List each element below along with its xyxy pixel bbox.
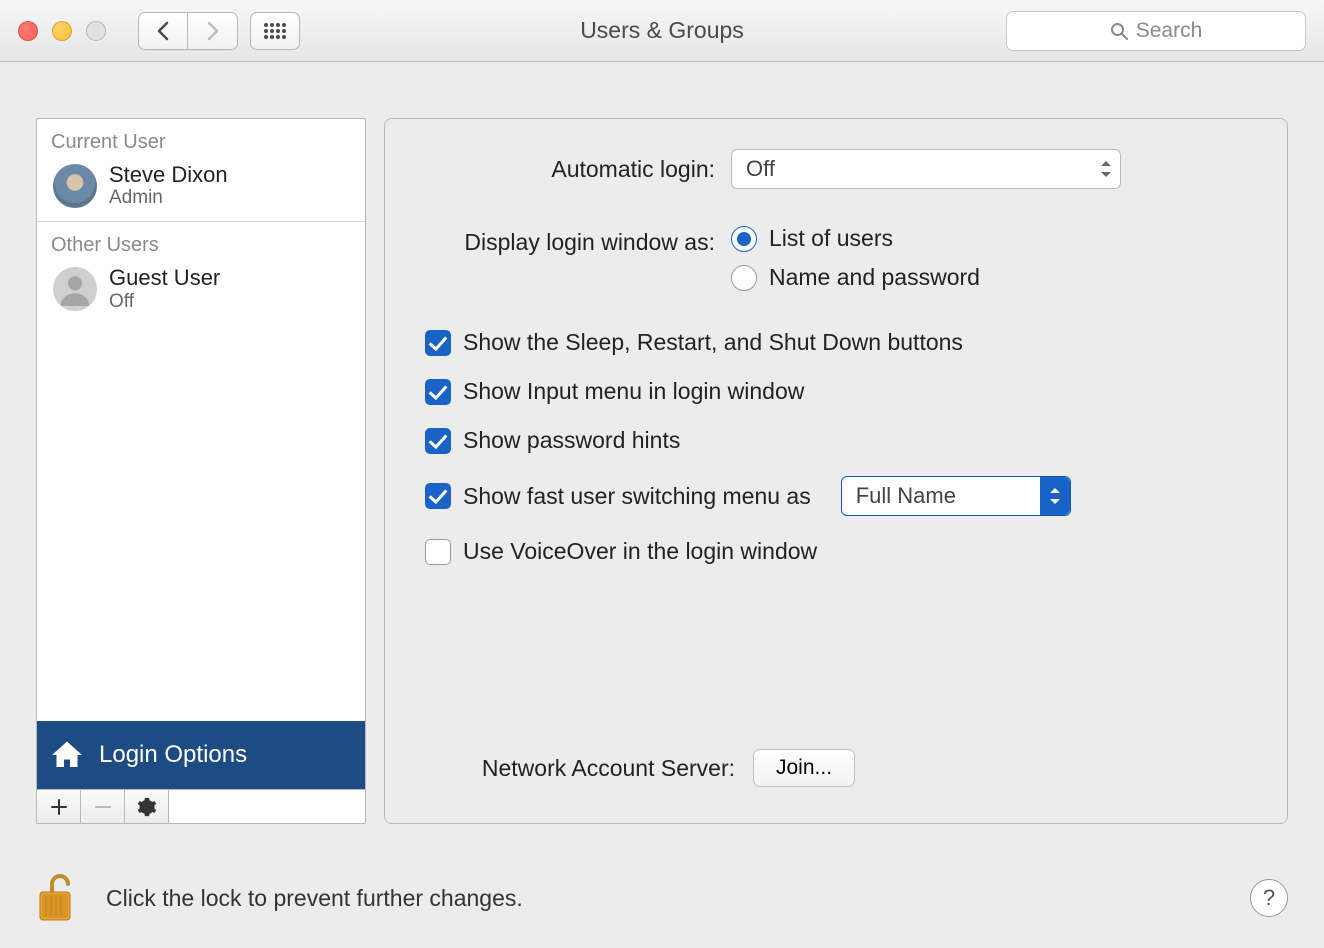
search-icon [1110,22,1128,40]
automatic-login-label: Automatic login: [425,156,715,183]
sidebar-toolbar [37,789,365,823]
user-name: Guest User [109,265,220,290]
lock-open-icon [36,872,78,924]
automatic-login-popup[interactable]: Off [731,149,1121,189]
search-field[interactable]: Search [1006,11,1306,51]
fast-user-switching-popup[interactable]: Full Name [841,476,1071,516]
checkbox-input[interactable] [425,428,451,454]
checkbox-input-menu[interactable]: Show Input menu in login window [425,378,1247,405]
radio-input[interactable] [731,265,757,291]
content-area: Current User Steve Dixon Admin Other Use… [0,62,1324,848]
chevron-left-icon [156,21,170,41]
user-status: Off [109,291,220,313]
radio-label: List of users [769,225,893,252]
checkbox-input[interactable] [425,539,451,565]
radio-list-of-users[interactable]: List of users [731,225,980,252]
help-button[interactable]: ? [1250,879,1288,917]
network-server-label: Network Account Server: [425,755,735,782]
checkbox-label: Show fast user switching menu as [463,483,811,510]
window-controls [18,21,106,41]
search-placeholder: Search [1136,19,1203,43]
users-sidebar: Current User Steve Dixon Admin Other Use… [36,118,366,824]
checkbox-input[interactable] [425,483,451,509]
automatic-login-value: Off [746,156,775,182]
radio-label: Name and password [769,264,980,291]
checkbox-password-hints[interactable]: Show password hints [425,427,1247,454]
chevron-right-icon [206,21,220,41]
other-user-row[interactable]: Guest User Off [37,263,365,324]
radio-input[interactable] [731,226,757,252]
home-icon [49,737,85,773]
minimize-button[interactable] [52,21,72,41]
avatar [53,164,97,208]
gear-icon [137,797,157,817]
join-button[interactable]: Join... [753,749,855,787]
current-user-row[interactable]: Steve Dixon Admin [37,160,365,221]
checkbox-input[interactable] [425,330,451,356]
nav-segment [138,12,238,50]
footer: Click the lock to prevent further change… [0,848,1324,948]
settings-pane: Automatic login: Off Display login windo… [384,118,1288,824]
checkbox-label: Show password hints [463,427,680,454]
current-user-header: Current User [37,119,365,160]
login-options-row[interactable]: Login Options [37,721,365,789]
grid-icon [264,23,286,39]
lock-button[interactable] [36,872,78,924]
other-users-header: Other Users [37,222,365,263]
guest-avatar-icon [53,267,97,311]
lock-text: Click the lock to prevent further change… [106,885,523,912]
checkbox-sleep-restart[interactable]: Show the Sleep, Restart, and Shut Down b… [425,329,1247,356]
checkbox-label: Use VoiceOver in the login window [463,538,817,565]
back-button[interactable] [138,12,188,50]
plus-icon [51,799,67,815]
checkbox-fast-user-switching: Show fast user switching menu as Full Na… [425,476,1247,516]
checkbox-label: Show Input menu in login window [463,378,804,405]
window-title: Users & Groups [580,17,744,44]
login-options-label: Login Options [99,741,247,769]
user-role: Admin [109,187,228,209]
remove-user-button[interactable] [81,790,125,823]
user-name: Steve Dixon [109,162,228,187]
updown-arrows-icon [1100,160,1112,178]
zoom-button [86,21,106,41]
checkbox-voiceover[interactable]: Use VoiceOver in the login window [425,538,1247,565]
action-menu-button[interactable] [125,790,169,823]
titlebar: Users & Groups Search [0,0,1324,62]
display-login-label: Display login window as: [425,225,715,256]
close-button[interactable] [18,21,38,41]
checkbox-label: Show the Sleep, Restart, and Shut Down b… [463,329,963,356]
radio-name-password[interactable]: Name and password [731,264,980,291]
checkbox-input[interactable] [425,379,451,405]
preferences-window: Users & Groups Search Current User Steve… [0,0,1324,948]
minus-icon [95,799,111,815]
fast-user-switching-value: Full Name [856,483,956,509]
updown-arrows-icon [1049,487,1061,505]
add-user-button[interactable] [37,790,81,823]
show-all-button[interactable] [250,12,300,50]
forward-button[interactable] [188,12,238,50]
